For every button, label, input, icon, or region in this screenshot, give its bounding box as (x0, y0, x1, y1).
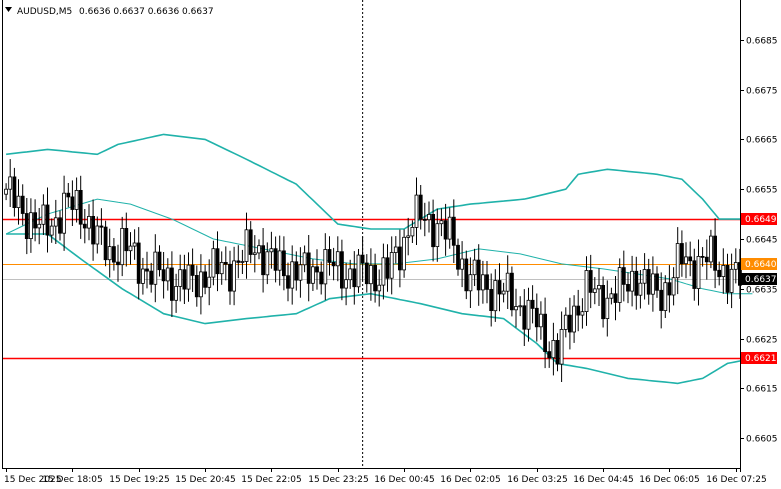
candle[interactable] (103, 220, 108, 267)
chart-header: AUDUSD,M5 0.6636 0.6637 0.6636 0.6637 (5, 7, 214, 17)
y-tick-label: 0.6665 (746, 136, 778, 146)
resistance-price-tag: 0.6649 (741, 213, 777, 225)
x-tick-label: 16 Dec 00:45 (374, 475, 435, 485)
x-tick-label: 16 Dec 03:25 (507, 475, 568, 485)
x-tick-label: 15 Dec 20:45 (175, 475, 236, 485)
y-tick-label: 0.6605 (746, 435, 778, 445)
svg-text:0.6621: 0.6621 (745, 354, 777, 364)
chart-symbol: AUDUSD,M5 (17, 7, 72, 17)
x-tick-label: 16 Dec 06:05 (639, 475, 700, 485)
x-tick-label: 16 Dec 02:05 (440, 475, 501, 485)
x-tick-label: 16 Dec 04:45 (573, 475, 634, 485)
y-tick-label: 0.6625 (746, 336, 778, 346)
x-tick-label: 15 Dec 23:25 (308, 475, 369, 485)
y-tick-label: 0.6675 (746, 87, 778, 97)
y-tick-label: 0.6645 (746, 236, 778, 246)
svg-text:0.6640: 0.6640 (745, 260, 777, 270)
x-tick-label: 15 Dec 22:05 (241, 475, 302, 485)
chart-background (0, 0, 781, 489)
pivot-price-tag: 0.6640 (741, 258, 777, 270)
chart-ohlc: 0.6636 0.6637 0.6636 0.6637 (79, 7, 214, 17)
candle[interactable] (356, 249, 361, 293)
y-tick-label: 0.6655 (746, 186, 778, 196)
chart-window[interactable]: 0.6685 0.6675 0.6665 0.6655 0.6645 0.6635 0.66… (0, 0, 781, 489)
x-tick-label: 16 Dec 07:25 (706, 475, 767, 485)
svg-text:0.6637: 0.6637 (745, 275, 777, 285)
svg-text:0.6649: 0.6649 (745, 215, 777, 225)
candle[interactable] (509, 266, 514, 317)
y-tick-label: 0.6615 (746, 385, 778, 395)
price-chart[interactable]: 0.66850.66750.66650.66550.66450.66350.66… (0, 0, 781, 489)
x-tick-label: 15 Dec 18:05 (42, 475, 103, 485)
x-tick-label: 15 Dec 19:25 (109, 475, 170, 485)
y-tick-label: 0.6635 (746, 286, 778, 296)
bid-price-tag: 0.6637 (741, 273, 777, 285)
y-tick-label: 0.6685 (746, 37, 778, 47)
support-price-tag: 0.6621 (741, 352, 777, 364)
